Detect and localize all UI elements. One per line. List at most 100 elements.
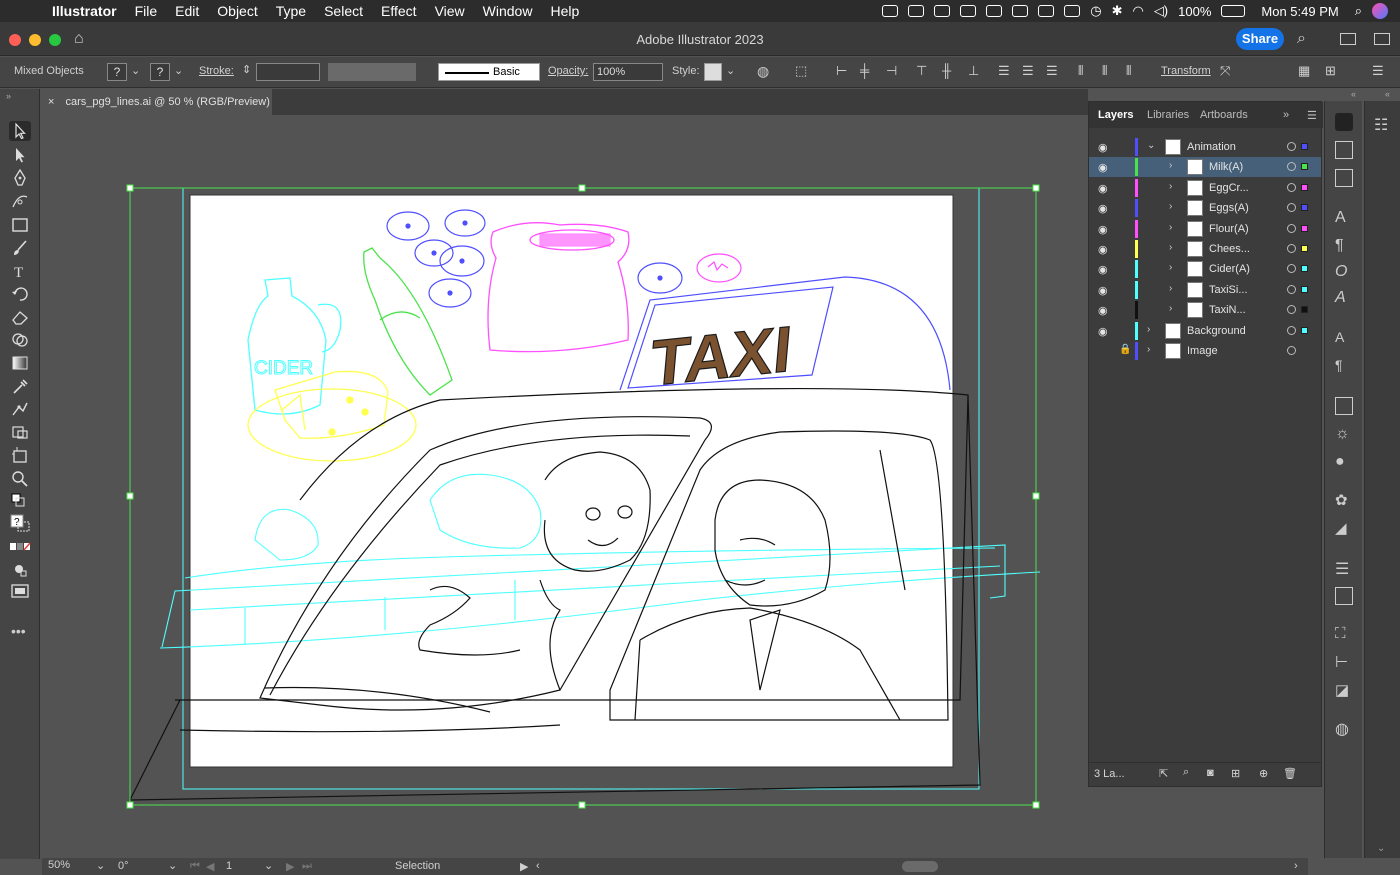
visibility-eye-icon[interactable]: ◉ [1098,243,1108,256]
vertical-align-bottom-icon[interactable]: ⊥ [968,63,979,79]
visibility-eye-icon[interactable]: ◉ [1098,223,1108,236]
selection-indicator-square[interactable] [1301,306,1308,314]
transform-panel-icon[interactable]: ⛶ [1335,625,1353,643]
vertical-distribute-center-icon[interactable]: ☰ [1022,63,1034,79]
eraser-tool-icon[interactable] [9,307,31,327]
style-dropdown-chevron-icon[interactable]: ⌄ [726,64,735,77]
canvas-area[interactable]: CIDER TAXI [42,116,1088,858]
visibility-eye-icon[interactable]: ◉ [1098,304,1108,317]
spotlight-search-icon[interactable]: ⌕ [1355,3,1362,19]
color-gradient-none-icon[interactable] [9,537,31,557]
bluetooth-icon[interactable]: ✱ [1112,3,1123,19]
brush-definition-dropdown[interactable]: Basic [438,63,540,81]
horizontal-align-right-icon[interactable]: ⊣ [886,63,897,79]
paragraph-panel-icon[interactable]: ¶ [1335,237,1353,255]
menu-view[interactable]: View [435,3,465,19]
gradient-tool-icon[interactable] [9,353,31,373]
selection-indicator-square[interactable] [1301,183,1308,191]
layer-name[interactable]: Animation [1187,141,1236,153]
glyphs-panel-icon[interactable]: A [1335,289,1353,307]
create-new-layer-icon[interactable]: ⊕ [1259,767,1268,780]
visibility-eye-icon[interactable]: ◉ [1098,141,1108,154]
align-panel-icon[interactable]: ⊢ [1335,653,1353,671]
artboard-tool-icon[interactable] [9,445,31,465]
stroke-stepper-icon[interactable]: ⇕ [242,63,251,76]
color-guide-icon[interactable]: ✿ [1335,491,1353,509]
stroke-dropdown-chevron-icon[interactable]: ⌄ [174,64,183,77]
vertical-distribute-top-icon[interactable]: ☰ [998,63,1010,79]
layers-panel-icon[interactable] [1335,113,1353,131]
fill-stroke-mixed-swatch-icon[interactable]: ? [9,513,31,533]
horizontal-align-left-icon[interactable]: ⊢ [836,63,847,79]
layer-row[interactable]: ◉ › Flour(A) [1089,219,1321,239]
panel-expand-icon[interactable]: » [1283,109,1289,121]
menu-select[interactable]: Select [324,3,363,19]
layer-row[interactable]: ◉ › EggCr... [1089,178,1321,198]
tab-libraries[interactable]: Libraries [1147,109,1189,121]
stack-icon[interactable] [1038,5,1055,17]
locate-object-icon[interactable]: ⌕ [1183,766,1189,779]
rotate-tool-icon[interactable] [9,284,31,304]
recolor-artwork-icon[interactable]: ◍ [757,63,769,80]
opentype-panel-icon[interactable]: O [1335,263,1353,281]
share-button[interactable]: Share [1236,28,1284,50]
artwork-canvas[interactable]: CIDER TAXI [42,116,1088,858]
selection-indicator-square[interactable] [1301,245,1308,252]
layer-row[interactable]: ◉ › Background [1089,321,1321,341]
gradient-panel-icon[interactable]: ◢ [1335,519,1353,537]
menu-file[interactable]: File [135,3,158,19]
last-artboard-icon[interactable]: ⏭ [302,860,312,873]
creative-cloud-icon[interactable] [908,5,925,17]
transform-options-icon[interactable]: ⤧ [1220,63,1230,79]
layer-row[interactable]: ◉ › Milk(A) [1089,157,1321,178]
lock-icon[interactable]: 🔒 [1119,344,1131,355]
tab-artboards[interactable]: Artboards [1200,109,1248,121]
layer-name[interactable]: Background [1187,325,1246,337]
menu-type[interactable]: Type [276,3,306,19]
tab-layers[interactable]: Layers [1098,109,1133,121]
visibility-eye-icon[interactable]: ◉ [1098,263,1108,276]
horizontal-scrollbar-thumb[interactable] [902,861,938,872]
cloud-sync-icon[interactable] [960,5,977,17]
layer-row[interactable]: ◉ › Chees... [1089,239,1321,259]
rotate-view-field[interactable]: 0° [118,860,129,872]
layer-name[interactable]: TaxiN... [1209,304,1246,316]
expand-chevron-icon[interactable]: › [1169,283,1172,294]
cloud-icon[interactable] [934,5,951,17]
transform-link[interactable]: Transform [1161,65,1211,77]
wifi-icon[interactable]: ◠ [1132,3,1143,19]
menu-window[interactable]: Window [483,3,533,19]
paragraph-styles-icon[interactable]: ¶ [1335,357,1353,375]
layer-row[interactable]: ◉ › Cider(A) [1089,259,1321,279]
volume-icon[interactable]: ◁) [1154,3,1168,19]
menu-effect[interactable]: Effect [381,3,417,19]
drawing-modes-icon[interactable] [9,559,31,579]
selection-indicator-square[interactable] [1301,163,1308,171]
shape-builder-tool-icon[interactable] [9,330,31,350]
next-artboard-icon[interactable]: ▶ [286,860,294,873]
layer-row[interactable]: ◉ ⌄ Animation [1089,137,1321,157]
stroke-swatch[interactable]: ? [150,63,170,81]
visibility-eye-icon[interactable]: ◉ [1098,161,1108,174]
clipboard-icon[interactable] [1064,5,1081,17]
character-panel-icon[interactable]: A [1335,209,1353,227]
layer-name[interactable]: TaxiSi... [1209,284,1248,296]
pathfinder-panel-icon[interactable]: ◪ [1335,681,1353,699]
default-fill-stroke-icon[interactable] [9,491,31,511]
layer-name[interactable]: Cider(A) [1209,263,1250,275]
target-circle-icon[interactable] [1287,223,1296,233]
properties-panel-icon[interactable]: ◍ [1335,719,1353,738]
target-circle-icon[interactable] [1287,325,1296,335]
layer-name[interactable]: EggCr... [1209,182,1249,194]
workspace-switcher-icon[interactable] [1374,33,1390,45]
target-circle-icon[interactable] [1287,346,1296,355]
fill-dropdown-chevron-icon[interactable]: ⌄ [131,64,140,77]
pen-tool-icon[interactable] [9,168,31,188]
scroll-left-icon[interactable]: ‹ [536,860,540,872]
visibility-eye-icon[interactable]: ◉ [1098,325,1108,338]
close-tab-icon[interactable]: × [48,96,54,108]
menu-edit[interactable]: Edit [175,3,199,19]
first-artboard-icon[interactable]: ⏮ [190,860,200,873]
acrobat-icon[interactable] [882,5,899,17]
dock-collapse-icon[interactable]: « [1351,89,1356,99]
